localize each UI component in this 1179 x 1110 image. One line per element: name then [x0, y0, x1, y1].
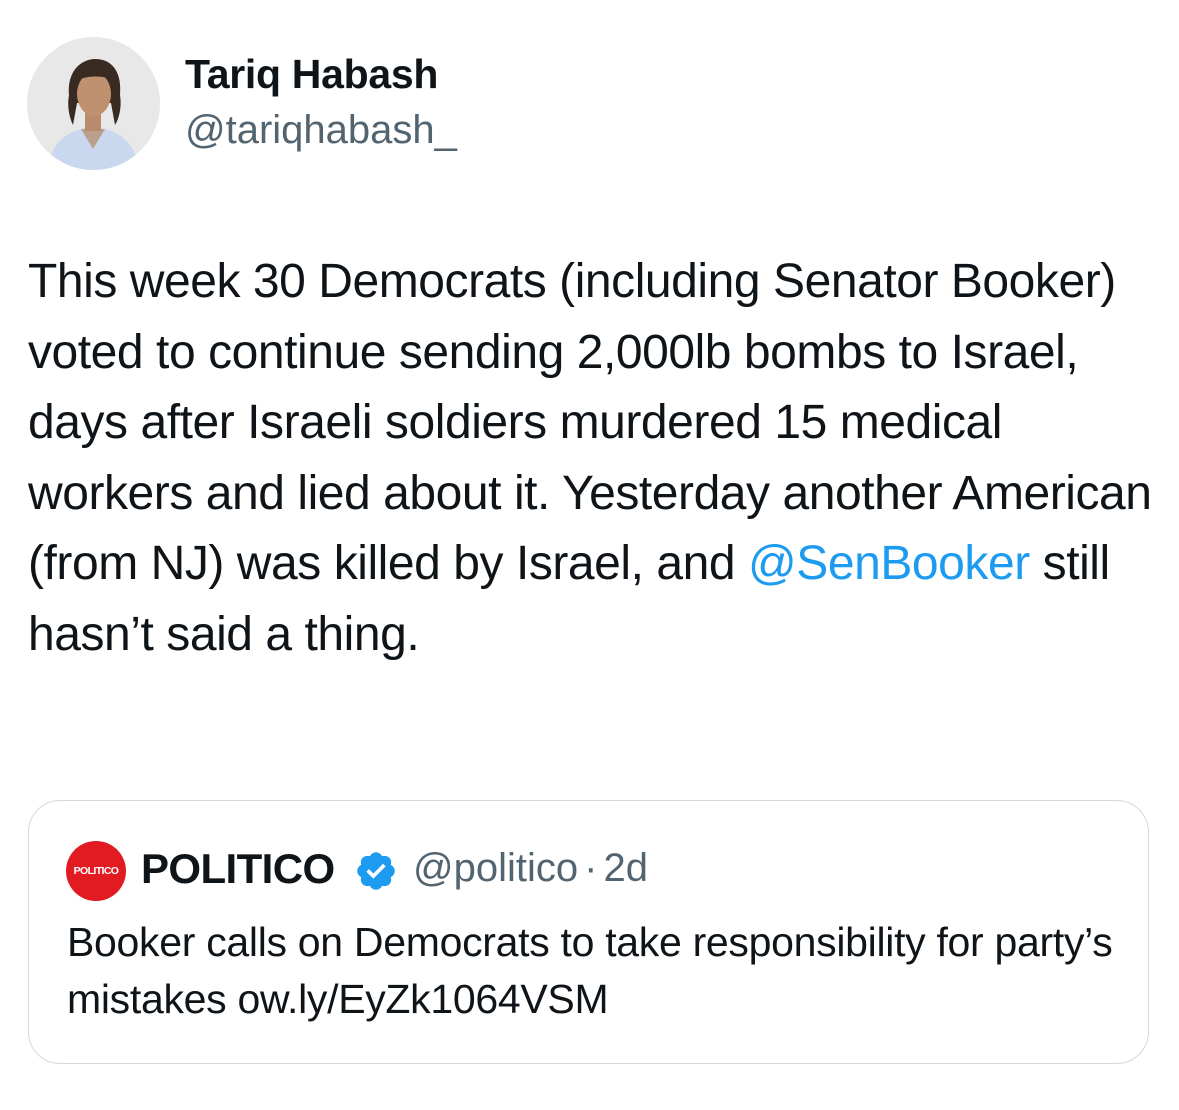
author-handle[interactable]: @tariqhabash_ — [185, 108, 457, 153]
tweet-text: This week 30 Democrats (including Senato… — [28, 247, 1158, 670]
mention-link[interactable]: @SenBooker — [748, 537, 1030, 590]
avatar-photo-icon — [27, 37, 160, 170]
quoted-tweet-text: Booker calls on Democrats to take respon… — [67, 919, 1113, 1022]
quoted-meta: @politico · 2d — [413, 846, 648, 891]
tweet-card: Tariq Habash @tariqhabash_ This week 30 … — [0, 0, 1179, 1110]
author-name[interactable]: Tariq Habash — [185, 51, 438, 98]
author-avatar[interactable] — [27, 37, 160, 170]
meta-separator: · — [584, 846, 598, 890]
verified-badge-icon — [357, 852, 395, 890]
quoted-author-name[interactable]: POLITICO — [141, 845, 335, 893]
politico-logo-text: POLITICO — [73, 865, 119, 877]
quoted-tweet[interactable]: POLITICO POLITICO @politico · 2d Booker ca… — [28, 800, 1149, 1064]
quoted-timestamp[interactable]: 2d — [603, 846, 648, 890]
quoted-author-handle[interactable]: @politico — [413, 846, 578, 890]
politico-logo-avatar[interactable]: POLITICO — [66, 841, 126, 901]
